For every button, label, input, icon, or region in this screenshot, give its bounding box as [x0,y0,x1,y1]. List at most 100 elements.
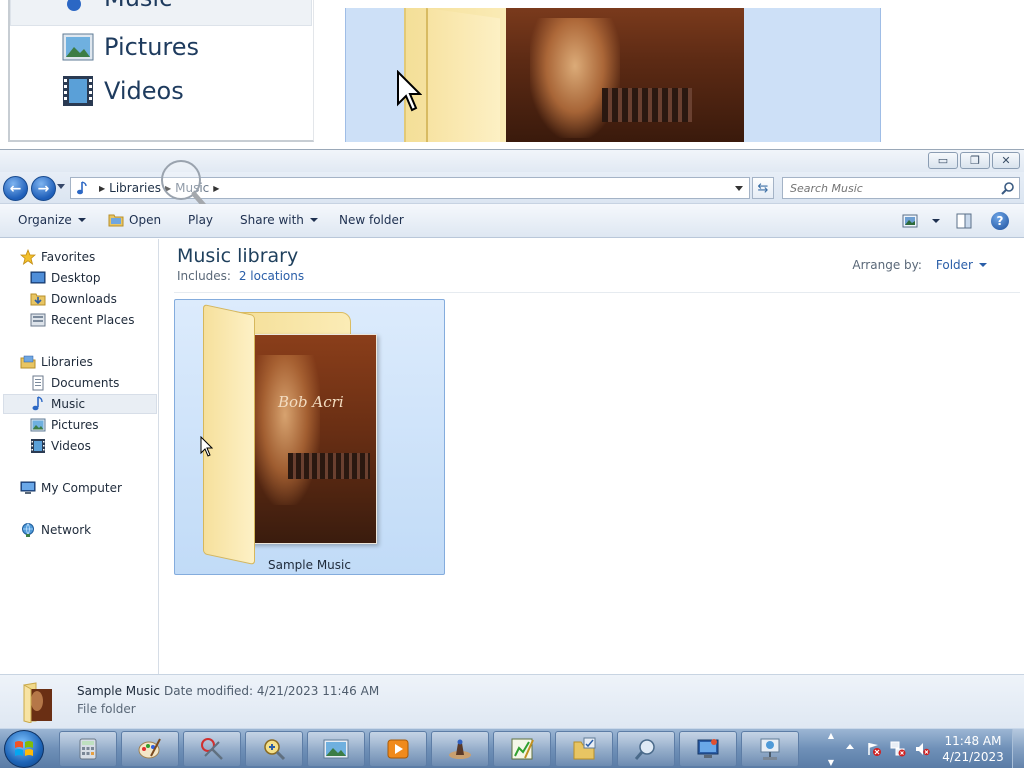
windows-logo-icon [15,741,33,756]
minimize-button[interactable]: ▭ [928,152,958,169]
show-hidden-icons-button[interactable] [846,744,854,749]
close-button[interactable]: ✕ [992,152,1020,169]
organize-label: Organize [18,213,72,227]
star-icon [20,249,36,265]
folder-thumbnail-icon [23,682,52,723]
taskbar-network-app[interactable] [741,731,799,767]
folder-front [426,8,500,142]
search-icon[interactable] [1001,181,1015,195]
documents-icon [32,375,44,391]
preview-pane-button[interactable] [956,211,972,231]
magnified-folder-preview [345,8,881,142]
details-item-type: File folder [77,702,136,716]
nav-label: Favorites [41,250,96,264]
magnified-nav-item-pictures: Pictures [62,31,199,63]
magnified-nav-item-music: Music [62,0,172,14]
open-label: Open [129,213,162,227]
nav-pictures[interactable]: Pictures [0,415,158,435]
nav-libraries[interactable]: Libraries [0,352,158,372]
clock-date: 4/21/2023 [942,750,1004,764]
share-with-button[interactable]: Share with [240,213,318,227]
taskbar-explorer[interactable] [555,731,613,767]
clock[interactable]: 11:48 AM 4/21/2023 [940,733,1006,765]
recent-pages-dropdown[interactable] [57,184,65,189]
taskbar-ink[interactable] [431,731,489,767]
chart-editor-icon [511,738,534,760]
nav-documents[interactable]: Documents [0,373,158,393]
maximize-icon: ❐ [970,154,980,167]
taskbar-media-player[interactable] [369,731,427,767]
includes-label: Includes: [177,269,231,283]
nav-favorites[interactable]: Favorites [0,247,158,267]
open-button[interactable]: Open [108,213,161,227]
taskbar-magnifier[interactable] [245,731,303,767]
calculator-icon [79,738,97,760]
taskbar-search[interactable] [617,731,675,767]
taskbar-paint[interactable] [121,731,179,767]
maximize-button[interactable]: ❐ [960,152,990,169]
mouse-cursor-icon [200,436,213,457]
arrange-by-dropdown[interactable]: Folder [936,258,973,272]
network-status-icon[interactable] [890,741,906,757]
nav-desktop[interactable]: Desktop [0,268,158,288]
nav-downloads[interactable]: Downloads [0,289,158,309]
scroll-up-icon[interactable]: ▲ [828,731,834,740]
content-pane: Music library Includes: 2 locations Arra… [160,239,1024,674]
nav-music[interactable]: Music [3,394,157,414]
explorer-window: ▭ ❐ ✕ ← → ▶ Libraries ▶ Music ▶ ⇆ [0,150,1024,728]
nav-network[interactable]: Network [0,520,158,540]
folder-item-sample-music[interactable]: Bob Acri Sample Music [174,299,445,575]
volume-muted-icon[interactable] [914,741,930,757]
taskbar-scroll[interactable]: ▲ ▼ [824,731,838,767]
search-box[interactable] [782,177,1020,199]
paint-icon [138,738,161,759]
music-icon [67,0,81,11]
new-folder-label: New folder [339,213,404,227]
chevron-down-icon [932,219,940,223]
nav-label: Desktop [51,271,101,285]
taskbar-chart-editor[interactable] [493,731,551,767]
nav-label: Downloads [51,292,117,306]
address-history-dropdown[interactable] [735,186,743,191]
search-input[interactable] [783,178,993,198]
forward-button[interactable]: → [31,176,56,201]
navigation-pane: Favorites Desktop Downloads Recent Place… [0,239,159,674]
nav-recent-places[interactable]: Recent Places [0,310,158,330]
scroll-down-icon[interactable]: ▼ [828,758,834,767]
back-button[interactable]: ← [3,176,28,201]
libraries-icon [20,355,36,369]
organize-button[interactable]: Organize [18,213,86,227]
share-with-label: Share with [240,213,304,227]
divider [174,292,1020,293]
breadcrumb-libraries[interactable]: Libraries [109,181,161,195]
album-art [506,8,744,142]
taskbar-calculator[interactable] [59,731,117,767]
nav-label: Recent Places [51,313,135,327]
change-view-button[interactable] [902,211,940,231]
includes-locations-link[interactable]: 2 locations [239,269,304,283]
show-desktop-button[interactable] [1012,729,1024,768]
desktop-icon [30,271,46,284]
magnifier-app-icon [264,739,286,761]
title-bar[interactable]: ▭ ❐ ✕ [0,150,1024,172]
play-button[interactable]: Play [188,213,213,227]
taskbar-snipping-tool[interactable] [183,731,241,767]
arrange-by: Arrange by: Folder [852,258,987,272]
breadcrumb-chevron-icon[interactable]: ▶ [99,184,105,193]
taskbar-photo-viewer[interactable] [307,731,365,767]
command-bar: Organize Open Play Share with New folder… [0,204,1024,238]
new-folder-button[interactable]: New folder [339,213,404,227]
chevron-down-icon[interactable] [979,263,987,267]
search-app-icon [634,739,655,760]
play-label: Play [188,213,214,227]
network-app-icon [760,738,780,760]
refresh-button[interactable]: ⇆ [752,177,774,199]
taskbar-remote-desktop[interactable] [679,731,737,767]
nav-videos[interactable]: Videos [0,436,158,456]
help-button[interactable]: ? [991,211,1009,231]
magnifier-view: Music Pictures Videos [0,0,1024,150]
snipping-tool-icon [201,738,223,760]
nav-my-computer[interactable]: My Computer [0,478,158,498]
action-center-icon[interactable] [866,741,882,757]
start-button[interactable] [4,730,44,768]
